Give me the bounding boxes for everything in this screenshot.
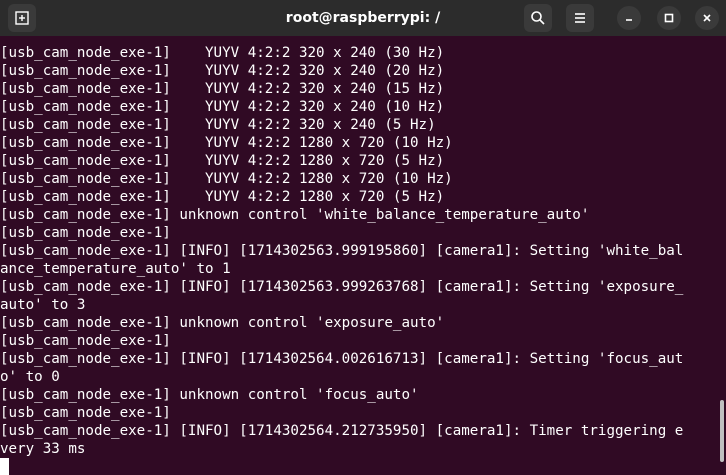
maximize-icon <box>664 13 674 23</box>
close-icon <box>703 14 711 22</box>
text-cursor <box>0 458 9 475</box>
terminal-line: [usb_cam_node_exe-1] unknown control 'fo… <box>0 387 419 403</box>
terminal-line: [usb_cam_node_exe-1] YUYV 4:2:2 320 x 24… <box>0 99 445 115</box>
minimize-icon <box>626 19 632 21</box>
terminal-line: [usb_cam_node_exe-1] [INFO] [1714302564.… <box>0 423 684 439</box>
terminal-line: [usb_cam_node_exe-1] [INFO] [1714302563.… <box>0 279 684 295</box>
hamburger-menu-icon <box>575 13 585 23</box>
terminal-line: [usb_cam_node_exe-1] <box>0 333 171 349</box>
search-button[interactable] <box>524 4 552 32</box>
terminal-line: [usb_cam_node_exe-1] YUYV 4:2:2 1280 x 7… <box>0 135 453 151</box>
terminal-line: [usb_cam_node_exe-1] YUYV 4:2:2 320 x 24… <box>0 117 436 133</box>
terminal-line: [usb_cam_node_exe-1] YUYV 4:2:2 320 x 24… <box>0 45 445 61</box>
terminal-line: [usb_cam_node_exe-1] YUYV 4:2:2 1280 x 7… <box>0 189 445 205</box>
terminal-line: [usb_cam_node_exe-1] unknown control 'ex… <box>0 315 445 331</box>
terminal-line: [usb_cam_node_exe-1] [INFO] [1714302563.… <box>0 243 684 259</box>
scrollbar-thumb[interactable] <box>720 400 724 462</box>
search-icon <box>531 11 545 25</box>
title-bar: root@raspberrypi: / <box>0 0 726 36</box>
new-tab-icon <box>15 11 29 25</box>
close-button[interactable] <box>695 6 719 30</box>
terminal-line: [usb_cam_node_exe-1] YUYV 4:2:2 1280 x 7… <box>0 171 453 187</box>
terminal-line: ance_temperature_auto' to 1 <box>0 261 231 277</box>
menu-button[interactable] <box>566 4 594 32</box>
terminal-line: [usb_cam_node_exe-1] <box>0 405 171 421</box>
terminal-line: auto' to 3 <box>0 297 86 313</box>
new-tab-button[interactable] <box>8 4 36 32</box>
minimize-button[interactable] <box>617 6 641 30</box>
terminal-line: [usb_cam_node_exe-1] YUYV 4:2:2 320 x 24… <box>0 81 445 97</box>
terminal-line: very 33 ms <box>0 441 86 457</box>
terminal-line: [usb_cam_node_exe-1] YUYV 4:2:2 320 x 24… <box>0 63 445 79</box>
terminal-window: root@raspberrypi: / [usb_cam_node_exe-1]… <box>0 0 726 475</box>
terminal-line: [usb_cam_node_exe-1] YUYV 4:2:2 1280 x 7… <box>0 153 445 169</box>
maximize-button[interactable] <box>657 6 681 30</box>
window-title: root@raspberrypi: / <box>285 10 441 26</box>
terminal-line: [usb_cam_node_exe-1] <box>0 225 171 241</box>
terminal-line: [usb_cam_node_exe-1] unknown control 'wh… <box>0 207 590 223</box>
terminal-output[interactable]: [usb_cam_node_exe-1] YUYV 4:2:2 320 x 24… <box>0 44 720 458</box>
terminal-line: [usb_cam_node_exe-1] [INFO] [1714302564.… <box>0 351 684 367</box>
terminal-line: o' to 0 <box>0 369 60 385</box>
